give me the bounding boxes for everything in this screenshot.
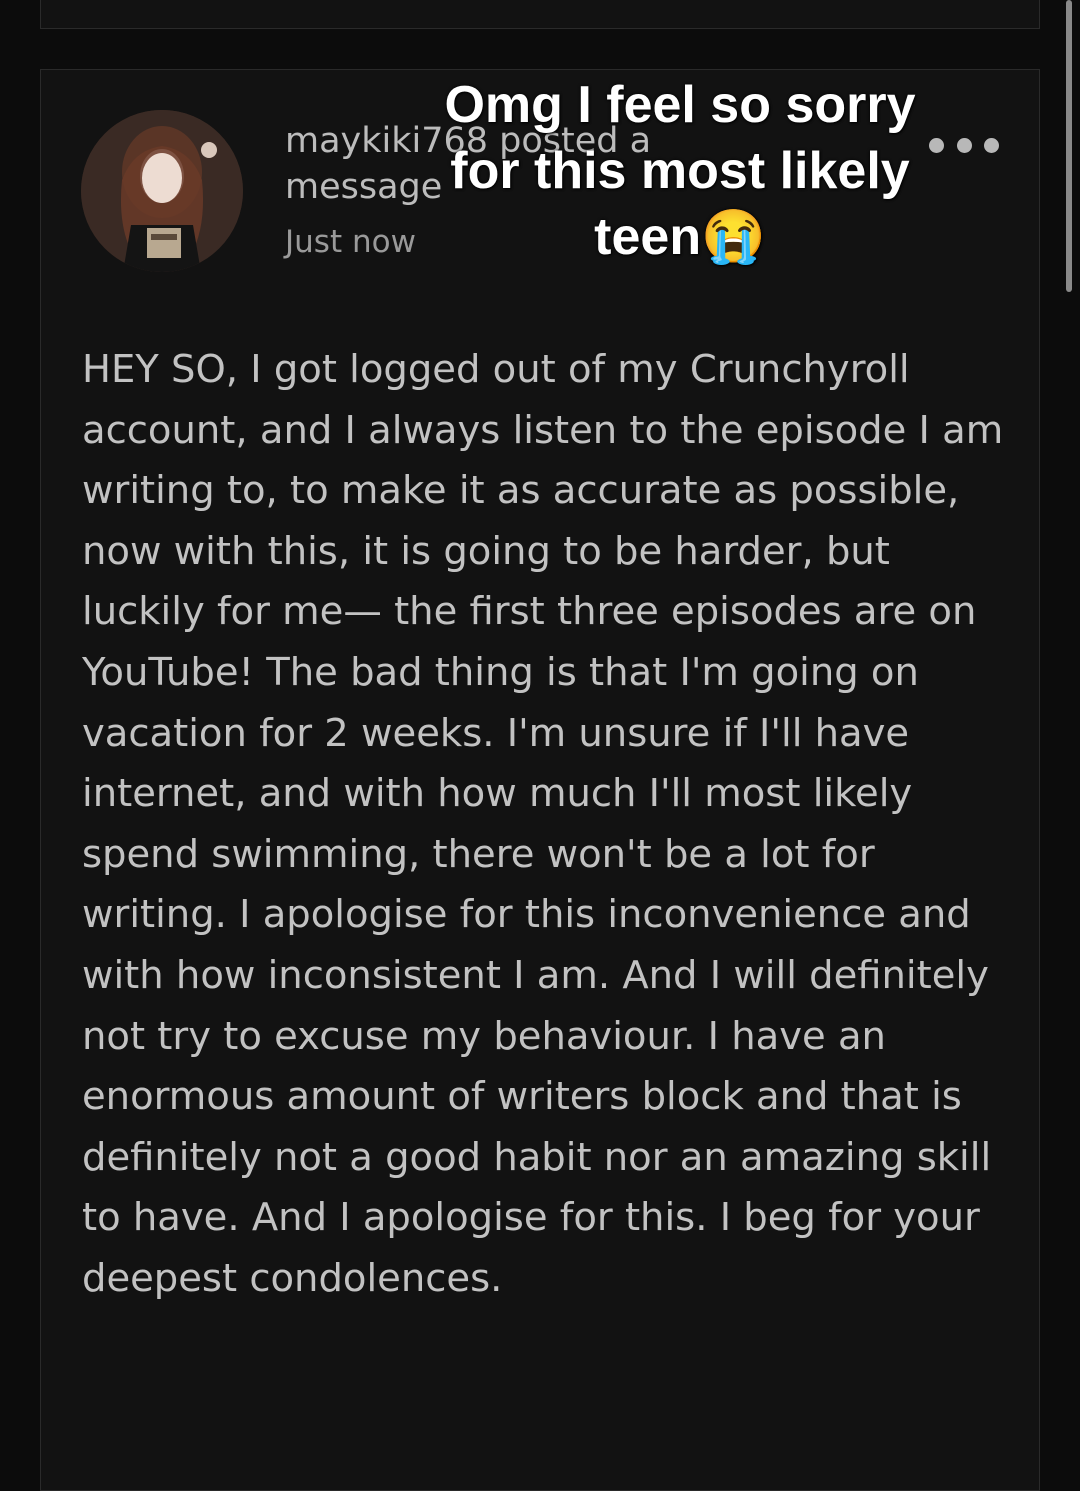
scrollbar[interactable]: [1058, 0, 1080, 1452]
post-timestamp: Just now: [285, 224, 416, 260]
more-horizontal-icon-dot-1: [929, 137, 944, 153]
scrollbar-thumb[interactable]: [1066, 0, 1072, 292]
more-horizontal-icon-dot-2: [956, 137, 972, 153]
avatar-image: [81, 110, 243, 272]
post-body: HEY SO, I got logged out of my Crunchyro…: [82, 347, 1004, 1301]
previous-post-card: [40, 0, 1040, 29]
message-post-card: maykiki768 posted a message Just now HEY…: [40, 69, 1040, 1491]
author-line[interactable]: maykiki768 posted a message: [285, 118, 715, 210]
avatar[interactable]: [81, 110, 243, 272]
more-horizontal-icon-dot-3: [984, 137, 999, 153]
post-header: maykiki768 posted a message Just now: [285, 118, 715, 260]
more-options-button[interactable]: [929, 130, 999, 160]
